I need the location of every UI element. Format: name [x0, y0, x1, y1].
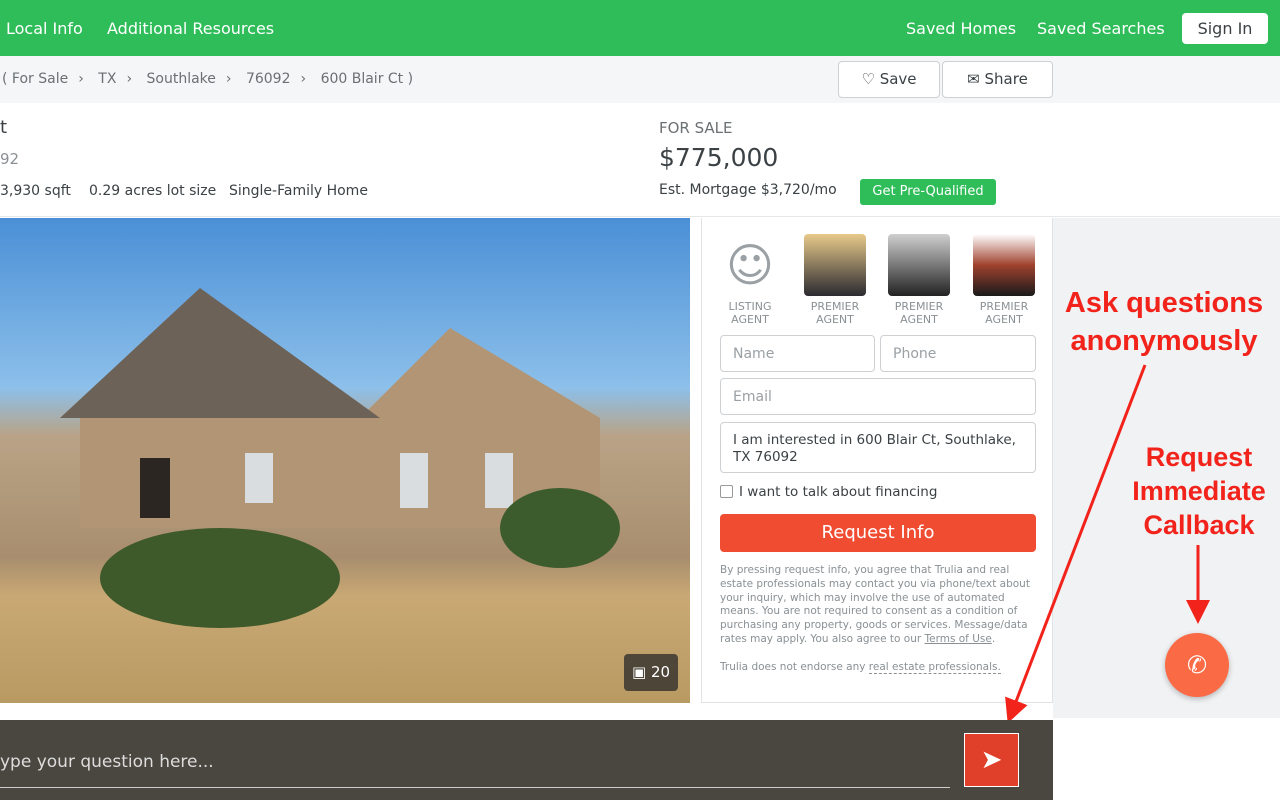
chat-bar: ype your question here... ➤ [0, 720, 1053, 800]
phone-callback-icon: ✆ [1186, 651, 1208, 679]
annotation-arrows [1005, 364, 1210, 724]
callback-button[interactable]: ✆ [1165, 633, 1229, 697]
arrow-to-chat [1005, 364, 1147, 724]
question-input[interactable]: ype your question here... [0, 750, 950, 788]
send-icon: ➤ [980, 745, 1003, 775]
send-button[interactable]: ➤ [964, 733, 1019, 787]
